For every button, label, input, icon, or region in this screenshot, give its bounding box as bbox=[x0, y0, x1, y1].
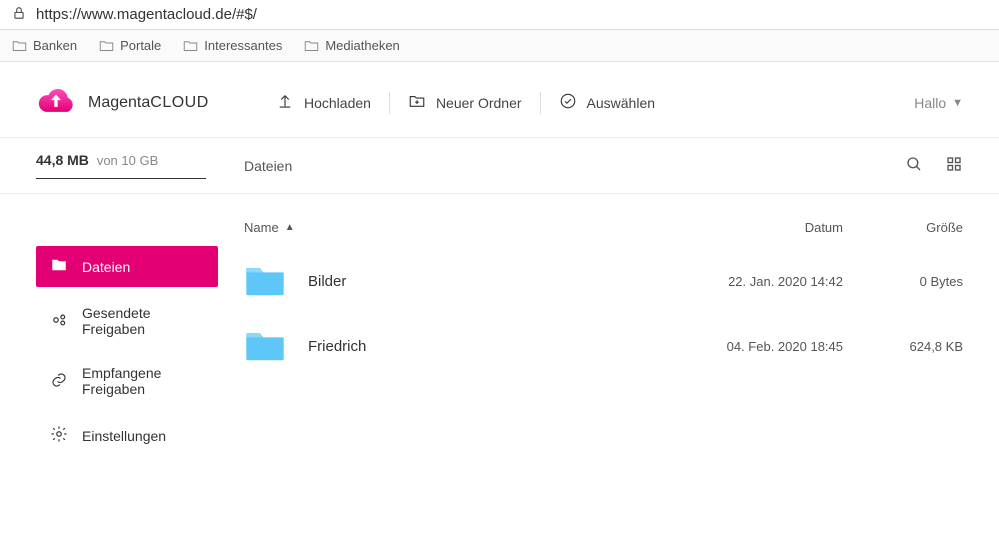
app-header: MagentaCLOUD Hochladen Neuer Ordner Ausw… bbox=[0, 62, 999, 138]
sidebar-item-label: Einstellungen bbox=[82, 428, 166, 444]
folder-icon bbox=[244, 328, 308, 365]
breadcrumb-item: Dateien bbox=[244, 158, 292, 174]
new-folder-button[interactable]: Neuer Ordner bbox=[408, 92, 522, 113]
new-folder-icon bbox=[408, 92, 426, 113]
brand-text: MagentaCLOUD bbox=[88, 94, 209, 112]
cloud-upload-icon bbox=[36, 86, 76, 119]
sidebar-item-empfangene-freigaben[interactable]: Empfangene Freigaben bbox=[36, 355, 218, 407]
sub-header: 44,8 MB von 10 GB Dateien bbox=[0, 138, 999, 194]
storage-used: 44,8 MB bbox=[36, 152, 89, 168]
table-header: Name ▲ Datum Größe bbox=[244, 212, 963, 249]
select-button[interactable]: Auswählen bbox=[559, 92, 656, 113]
file-name: Bilder bbox=[308, 273, 663, 290]
toolbar-label: Auswählen bbox=[587, 95, 656, 111]
browser-url-bar: https://www.magentacloud.de/#$/ bbox=[0, 0, 999, 30]
check-circle-icon bbox=[559, 92, 577, 113]
chevron-down-icon: ▼ bbox=[952, 97, 963, 109]
upload-button[interactable]: Hochladen bbox=[276, 92, 371, 113]
folder-icon bbox=[244, 263, 308, 300]
bookmark-banken[interactable]: Banken bbox=[12, 38, 77, 53]
toolbar-separator bbox=[389, 92, 390, 114]
bookmark-mediatheken[interactable]: Mediatheken bbox=[304, 38, 399, 53]
bookmark-interessantes[interactable]: Interessantes bbox=[183, 38, 282, 53]
sidebar-item-einstellungen[interactable]: Einstellungen bbox=[36, 415, 218, 456]
file-size: 0 Bytes bbox=[843, 274, 963, 289]
column-header-date[interactable]: Datum bbox=[663, 220, 843, 235]
column-header-size[interactable]: Größe bbox=[843, 220, 963, 235]
toolbar: Hochladen Neuer Ordner Auswählen bbox=[276, 92, 914, 114]
toolbar-label: Neuer Ordner bbox=[436, 95, 522, 111]
table-row[interactable]: Bilder 22. Jan. 2020 14:42 0 Bytes bbox=[244, 249, 963, 314]
toolbar-label: Hochladen bbox=[304, 95, 371, 111]
column-header-name[interactable]: Name ▲ bbox=[244, 220, 663, 235]
sidebar: Dateien Gesendete Freigaben Empfangene F… bbox=[0, 194, 240, 464]
main-area: Dateien Gesendete Freigaben Empfangene F… bbox=[0, 194, 999, 464]
user-greeting: Hallo bbox=[914, 95, 946, 111]
sidebar-item-label: Dateien bbox=[82, 259, 130, 275]
user-menu[interactable]: Hallo ▼ bbox=[914, 95, 963, 111]
file-name: Friedrich bbox=[308, 338, 663, 355]
table-row[interactable]: Friedrich 04. Feb. 2020 18:45 624,8 KB bbox=[244, 314, 963, 379]
grid-view-icon[interactable] bbox=[945, 155, 963, 176]
file-date: 04. Feb. 2020 18:45 bbox=[663, 339, 843, 354]
breadcrumb[interactable]: Dateien bbox=[240, 138, 905, 193]
lock-icon bbox=[12, 6, 36, 23]
file-list: Name ▲ Datum Größe Bilder 22. Jan. 2020 … bbox=[240, 194, 999, 464]
bookmark-portale[interactable]: Portale bbox=[99, 38, 161, 53]
sidebar-item-gesendete-freigaben[interactable]: Gesendete Freigaben bbox=[36, 295, 218, 347]
gear-icon bbox=[50, 425, 68, 446]
bookmark-label: Banken bbox=[33, 38, 77, 53]
toolbar-separator bbox=[540, 92, 541, 114]
storage-von: von 10 GB bbox=[97, 153, 158, 168]
search-icon[interactable] bbox=[905, 155, 923, 176]
sidebar-item-dateien[interactable]: Dateien bbox=[36, 246, 218, 287]
upload-icon bbox=[276, 92, 294, 113]
link-icon bbox=[50, 371, 68, 392]
bookmark-label: Mediatheken bbox=[325, 38, 399, 53]
share-sent-icon bbox=[50, 311, 68, 332]
bookmark-label: Portale bbox=[120, 38, 161, 53]
file-size: 624,8 KB bbox=[843, 339, 963, 354]
storage-bar bbox=[36, 178, 206, 179]
brand-logo[interactable]: MagentaCLOUD bbox=[36, 86, 276, 119]
file-date: 22. Jan. 2020 14:42 bbox=[663, 274, 843, 289]
bookmark-label: Interessantes bbox=[204, 38, 282, 53]
storage-indicator: 44,8 MB von 10 GB bbox=[0, 138, 240, 193]
bookmarks-bar: Banken Portale Interessantes Mediatheken bbox=[0, 30, 999, 62]
sidebar-item-label: Gesendete Freigaben bbox=[82, 305, 204, 337]
url-text[interactable]: https://www.magentacloud.de/#$/ bbox=[36, 6, 257, 23]
sidebar-item-label: Empfangene Freigaben bbox=[82, 365, 204, 397]
folder-icon bbox=[50, 256, 68, 277]
sort-asc-icon: ▲ bbox=[285, 222, 295, 233]
view-controls bbox=[905, 138, 999, 193]
